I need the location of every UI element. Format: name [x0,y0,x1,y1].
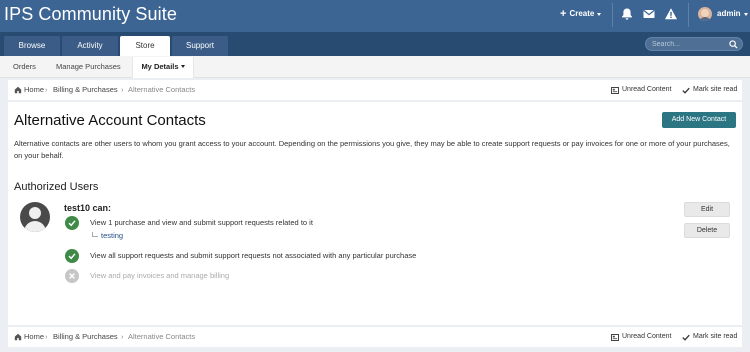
check-circle-icon [65,216,79,230]
add-new-contact-button[interactable]: Add New Contact [662,112,736,128]
chevron-down-icon [597,12,602,16]
header-divider [688,3,689,27]
section-title: Authorized Users [14,181,99,193]
plus-icon: + [560,8,567,20]
permission-text: View all support requests and submit sup… [90,251,417,260]
avatar[interactable] [698,7,712,21]
warning-icon[interactable] [664,7,678,21]
home-icon [14,333,22,341]
mark-site-read-link[interactable]: Mark site read [682,332,737,342]
breadcrumb-separator: › [121,332,124,341]
bell-icon[interactable] [620,7,634,21]
authorized-user-name: test10 can: [64,203,112,213]
avatar-shirt [699,17,711,21]
delete-button[interactable]: Delete [684,223,730,238]
breadcrumb-home[interactable]: Home [14,85,44,95]
permission-text: View and pay invoices and manage billing [90,271,230,280]
user-avatar[interactable] [20,202,50,232]
tab-support[interactable]: Support [172,36,228,56]
intro-text: Alternative contacts are other users to … [14,139,730,160]
home-icon [14,86,22,94]
purchase-link[interactable]: testing [92,231,123,241]
subnav-orders[interactable]: Orders [13,62,36,72]
unread-content-link[interactable]: Unread Content [611,332,671,342]
store-subnav: Orders Manage Purchases My Details [0,56,750,78]
avatar-head [29,207,41,219]
main-content: Alternative Account Contacts Add New Con… [8,102,742,325]
breadcrumb-current: Alternative Contacts [128,85,196,94]
unread-content-label: Unread Content [622,333,672,340]
breadcrumb-separator: › [121,85,124,94]
check-icon [682,87,690,94]
breadcrumb: Home › Billing & Purchases › Alternative… [8,80,742,100]
mark-site-read-label: Mark site read [693,333,738,340]
search-box [645,37,743,51]
x-circle-icon [65,269,79,283]
search-icon[interactable] [729,40,738,49]
newspaper-icon [611,86,619,94]
mark-site-read-label: Mark site read [693,86,738,93]
main-nav: Browse Activity Store Support [0,32,750,56]
create-label: Create [569,9,595,18]
subnav-manage-purchases[interactable]: Manage Purchases [56,62,121,72]
header-divider [612,3,613,27]
avatar-face [701,9,709,17]
site-logo[interactable]: IPS Community Suite [4,3,177,25]
user-menu[interactable]: admin [717,9,748,19]
breadcrumb-home-label: Home [24,332,45,341]
breadcrumb-separator: › [45,332,48,341]
subnav-my-details-label: My Details [141,62,179,71]
unread-content-link[interactable]: Unread Content [611,85,671,95]
newspaper-icon [611,333,619,341]
breadcrumb-home-label: Home [24,85,45,94]
subnav-my-details[interactable]: My Details [132,57,194,78]
breadcrumb: Home › Billing & Purchases › Alternative… [8,327,742,347]
unread-content-label: Unread Content [622,86,672,93]
site-header: IPS Community Suite + Create admin [0,0,750,32]
permission-text: View 1 purchase and view and submit supp… [90,218,313,227]
edit-button[interactable]: Edit [684,202,730,217]
tab-activity[interactable]: Activity [62,36,118,56]
page-title: Alternative Account Contacts [14,112,206,129]
check-icon [682,334,690,341]
check-circle-icon [65,249,79,263]
breadcrumb-billing[interactable]: Billing & Purchases [53,85,118,95]
user-name: admin [717,9,741,18]
tab-browse[interactable]: Browse [4,36,60,56]
breadcrumb-billing[interactable]: Billing & Purchases [53,332,118,342]
breadcrumb-separator: › [45,85,48,94]
avatar-body [24,221,46,232]
search-input[interactable] [652,39,728,49]
chevron-down-icon [180,65,185,68]
chevron-down-icon [743,12,748,16]
create-menu[interactable]: + Create [560,8,602,20]
mark-site-read-link[interactable]: Mark site read [682,85,737,95]
breadcrumb-current: Alternative Contacts [128,332,196,341]
envelope-icon[interactable] [642,7,656,21]
tab-store[interactable]: Store [120,36,170,56]
breadcrumb-home[interactable]: Home [14,332,44,342]
purchase-name: testing [101,231,124,240]
tree-branch-icon [92,232,98,237]
